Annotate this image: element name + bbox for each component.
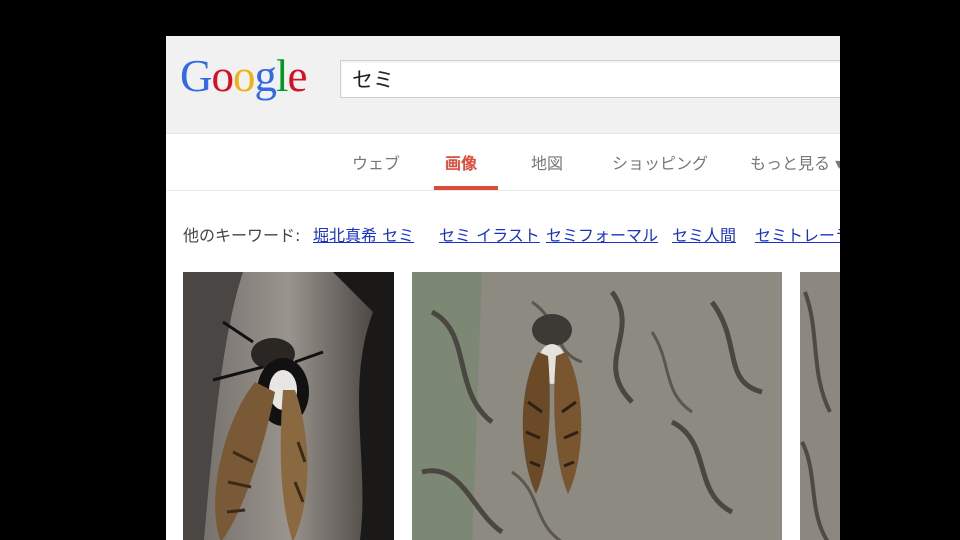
search-tabs: ウェブ 画像 地図 ショッピング もっと見る ▾ xyxy=(166,134,840,191)
logo-letter: o xyxy=(211,51,234,101)
related-link[interactable]: セミ人間 xyxy=(672,222,736,246)
google-logo[interactable]: Google xyxy=(180,50,307,102)
tab-images[interactable]: 画像 xyxy=(445,150,477,174)
logo-letter: g xyxy=(254,51,277,101)
image-result[interactable] xyxy=(412,272,782,540)
related-link[interactable]: セミフォーマル xyxy=(546,222,658,246)
search-box[interactable] xyxy=(340,60,840,98)
tab-maps[interactable]: 地図 xyxy=(531,150,563,174)
related-link[interactable]: セミトレーラ xyxy=(755,222,840,246)
logo-letter: G xyxy=(180,51,212,101)
search-input[interactable] xyxy=(352,65,832,93)
tab-more[interactable]: もっと見る ▾ xyxy=(750,150,840,174)
related-link[interactable]: 堀北真希 セミ xyxy=(313,222,414,246)
search-header: Google xyxy=(166,36,840,134)
active-tab-indicator xyxy=(434,186,498,190)
browser-viewport: Google ウェブ 画像 地図 ショッピング もっと見る ▾ 他のキーワード:… xyxy=(166,36,840,540)
bark-photo xyxy=(800,272,840,540)
image-result[interactable] xyxy=(183,272,394,540)
image-result[interactable] xyxy=(800,272,840,540)
tab-web[interactable]: ウェブ xyxy=(352,150,400,174)
cicada-photo xyxy=(412,272,782,540)
logo-letter: o xyxy=(233,51,255,101)
cicada-photo xyxy=(183,272,394,540)
related-link[interactable]: セミ イラスト xyxy=(439,222,540,246)
logo-letter: e xyxy=(287,51,308,101)
logo-letter: l xyxy=(276,51,288,101)
tab-shopping[interactable]: ショッピング xyxy=(612,150,708,174)
related-keywords-label: 他のキーワード: xyxy=(183,226,301,245)
related-keywords: 他のキーワード: 堀北真希 セミ セミ イラスト セミフォーマル セミ人間 セミ… xyxy=(183,222,840,246)
